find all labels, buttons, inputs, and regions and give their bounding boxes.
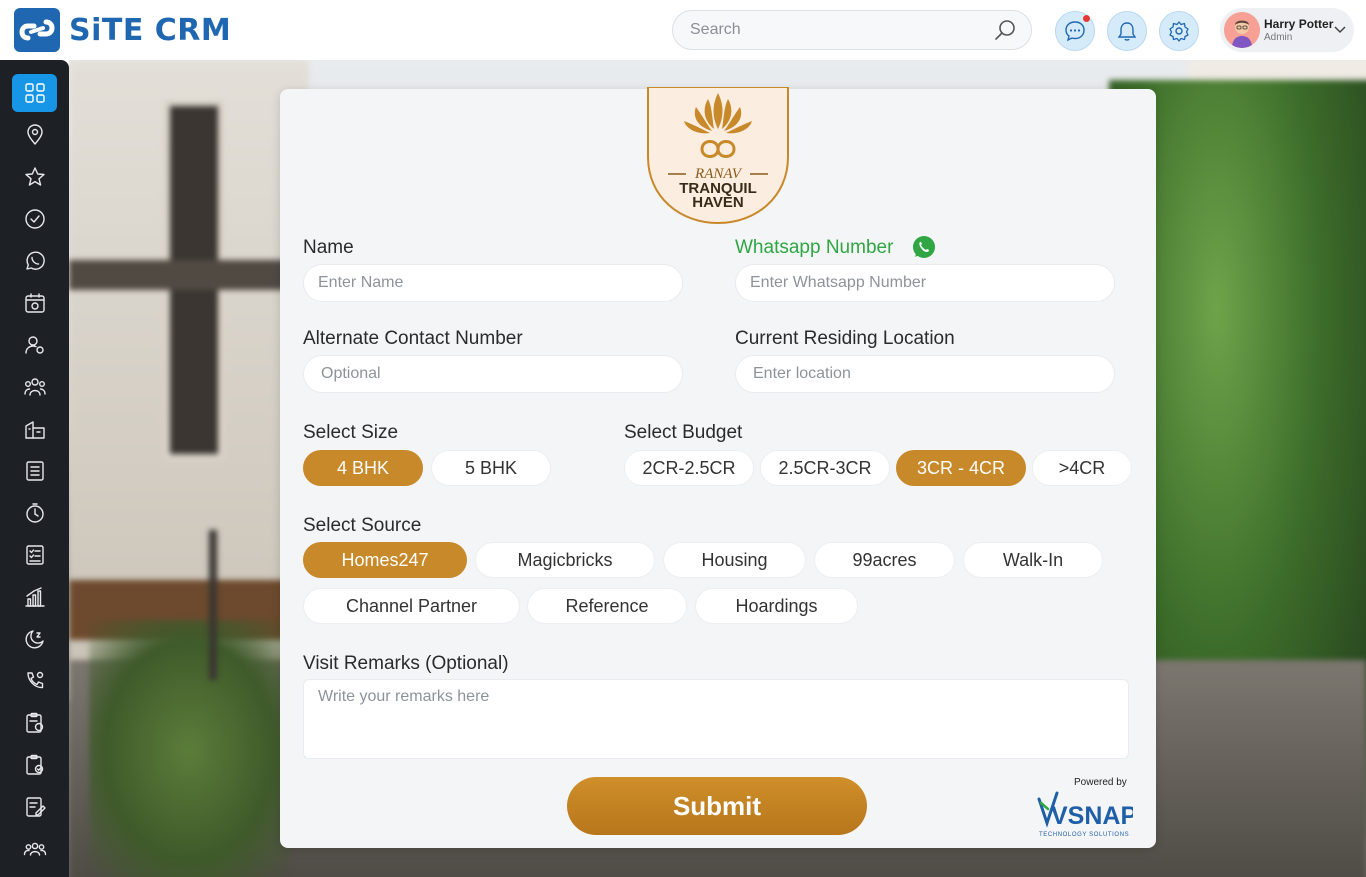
- clipboard-settings-icon: [25, 712, 43, 733]
- sidebar-item-stopwatch[interactable]: [12, 494, 57, 532]
- sidebar-item-star[interactable]: [12, 158, 57, 196]
- sidebar-item-bar-chart[interactable]: [12, 578, 57, 616]
- source-option[interactable]: Homes247: [303, 542, 467, 578]
- emblem-line3: HAVEN: [692, 194, 743, 211]
- name-label: Name: [303, 237, 354, 258]
- avatar: [1224, 12, 1260, 48]
- moon-icon: [24, 630, 44, 649]
- source-label: Select Source: [303, 515, 422, 536]
- source-option[interactable]: Housing: [663, 542, 806, 578]
- location-input[interactable]: [735, 355, 1115, 393]
- group-icon: [23, 842, 46, 856]
- sidebar-item-ledger[interactable]: [12, 452, 57, 490]
- whatsapp-icon: [25, 251, 45, 270]
- building-icon: [24, 421, 45, 439]
- source-option[interactable]: Magicbricks: [475, 542, 655, 578]
- size-option[interactable]: 4 BHK: [303, 450, 423, 486]
- powered-by-label: Powered by: [1074, 777, 1127, 788]
- location-label: Current Residing Location: [735, 328, 955, 349]
- sidebar-item-clipboard-settings[interactable]: [12, 704, 57, 742]
- name-input[interactable]: [303, 264, 683, 302]
- budget-option[interactable]: >4CR: [1032, 450, 1132, 486]
- check-circle-icon: [24, 209, 45, 229]
- remarks-label: Visit Remarks (Optional): [303, 653, 509, 674]
- sidebar-item-building[interactable]: [12, 410, 57, 448]
- budget-option[interactable]: 2.5CR-3CR: [760, 450, 890, 486]
- sidebar-item-team[interactable]: [12, 368, 57, 406]
- notifications-button[interactable]: [1107, 11, 1147, 51]
- source-option[interactable]: Channel Partner: [303, 588, 520, 624]
- site-visit-form: RANAV TRANQUIL HAVEN Name Whatsapp Numbe…: [280, 87, 1156, 848]
- top-bar: SiTE CRM Search Harry Potter Admin: [0, 0, 1366, 60]
- sidebar-item-location-pin[interactable]: [12, 116, 57, 154]
- source-option[interactable]: Walk-In: [963, 542, 1103, 578]
- notification-dot: [1083, 15, 1090, 22]
- whatsapp-input[interactable]: [735, 264, 1115, 302]
- sidebar: [0, 60, 69, 877]
- star-icon: [24, 167, 45, 186]
- chevron-down-icon[interactable]: [1334, 23, 1346, 35]
- chat-button[interactable]: [1055, 11, 1095, 51]
- sidebar-item-calendar[interactable]: [12, 284, 57, 322]
- sidebar-item-phone-settings[interactable]: [12, 662, 57, 700]
- vsnap-name: VSNAP: [1051, 802, 1133, 830]
- sidebar-item-edit-document[interactable]: [12, 788, 57, 826]
- location-pin-icon: [26, 124, 43, 145]
- budget-option[interactable]: 3CR - 4CR: [896, 450, 1026, 486]
- phone-settings-icon: [26, 671, 43, 689]
- team-icon: [23, 378, 46, 396]
- sidebar-item-check-circle[interactable]: [12, 200, 57, 238]
- remarks-textarea[interactable]: [303, 679, 1129, 759]
- stopwatch-icon: [25, 503, 44, 523]
- size-option[interactable]: 5 BHK: [431, 450, 551, 486]
- sidebar-item-clipboard-check[interactable]: [12, 746, 57, 784]
- alternate-contact-input[interactable]: [303, 355, 683, 393]
- ledger-icon: [25, 461, 44, 481]
- checklist-icon: [25, 545, 44, 565]
- settings-icon: [1169, 21, 1189, 42]
- site-crm-logo[interactable]: SiTE CRM: [14, 8, 231, 52]
- search-input[interactable]: [690, 21, 993, 39]
- bar-chart-icon: [24, 587, 45, 607]
- budget-option[interactable]: 2CR-2.5CR: [624, 450, 754, 486]
- source-option[interactable]: Reference: [527, 588, 687, 624]
- source-option[interactable]: Hoardings: [695, 588, 858, 624]
- sidebar-item-moon[interactable]: [12, 620, 57, 658]
- whatsapp-label: Whatsapp Number: [735, 237, 894, 258]
- clipboard-check-icon: [25, 754, 43, 775]
- logo-mark-icon: [14, 8, 60, 52]
- user-settings-icon: [24, 336, 44, 354]
- edit-document-icon: [25, 797, 46, 817]
- size-label: Select Size: [303, 422, 399, 443]
- calendar-icon: [24, 293, 45, 313]
- dashboard-grid-icon: [24, 83, 45, 103]
- chat-icon: [1065, 21, 1085, 42]
- user-role: Admin: [1264, 31, 1293, 43]
- user-menu[interactable]: Harry Potter Admin: [1220, 8, 1354, 52]
- sidebar-item-dashboard-grid[interactable]: [12, 74, 57, 112]
- search-bar[interactable]: [672, 10, 1032, 50]
- bell-icon: [1117, 22, 1137, 41]
- sidebar-item-whatsapp[interactable]: [12, 242, 57, 280]
- sidebar-item-group[interactable]: [12, 830, 57, 868]
- vsnap-logo: VSNAP TECHNOLOGY SOLUTIONS: [1037, 791, 1133, 838]
- whatsapp-icon: [913, 236, 935, 258]
- brand-name: SiTE CRM: [69, 12, 232, 48]
- ranav-tranquil-haven-logo: RANAV TRANQUIL HAVEN: [647, 87, 789, 225]
- user-name: Harry Potter: [1264, 16, 1334, 31]
- source-option[interactable]: 99acres: [814, 542, 955, 578]
- submit-button[interactable]: Submit: [567, 777, 867, 835]
- search-icon[interactable]: [993, 18, 1017, 42]
- sidebar-item-user-settings[interactable]: [12, 326, 57, 364]
- alternate-contact-label: Alternate Contact Number: [303, 328, 523, 349]
- settings-button[interactable]: [1159, 11, 1199, 51]
- vsnap-tagline: TECHNOLOGY SOLUTIONS: [1039, 832, 1129, 838]
- budget-label: Select Budget: [624, 422, 743, 443]
- sidebar-item-checklist[interactable]: [12, 536, 57, 574]
